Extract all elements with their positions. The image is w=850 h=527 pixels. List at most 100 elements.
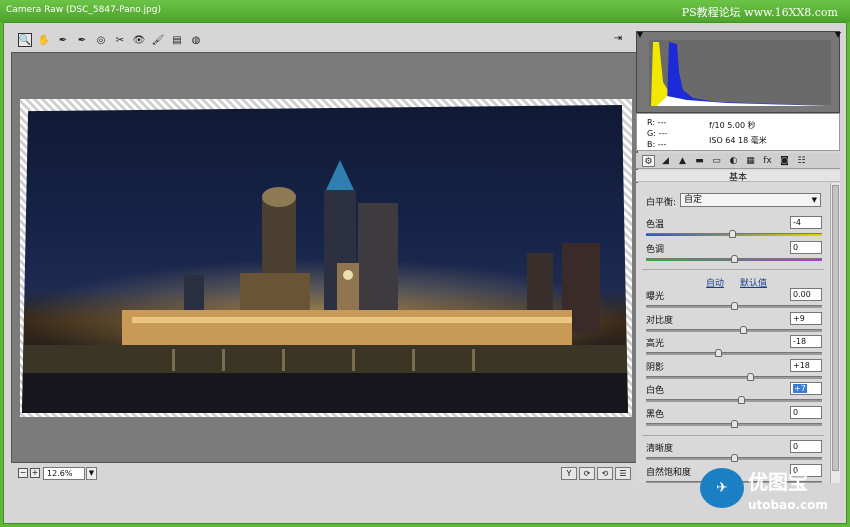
iso-focal-length: ISO 64 18 毫米 xyxy=(709,136,767,145)
slider-label: 色温 xyxy=(646,220,665,230)
slider-track[interactable] xyxy=(646,325,822,334)
basic-panel: 白平衡: 自定 ▼ 色温 -4 色调 0 自动 默认值曝光 0.00 对比度 +9 高光 -18 阴影… xyxy=(636,183,830,483)
city-night-image xyxy=(22,160,628,413)
slider-thumb[interactable] xyxy=(731,454,738,462)
slider-label: 对比度 xyxy=(646,315,674,326)
hand-tool-icon[interactable]: ✋ xyxy=(37,33,51,47)
rotate-right-button[interactable]: ⟳ xyxy=(579,467,595,480)
panel-tab-6[interactable]: ▦ xyxy=(744,155,757,167)
targeted-adjustment-tool-icon[interactable]: ◎ xyxy=(94,33,108,47)
divider xyxy=(642,435,824,436)
slider-label: 黑色 xyxy=(646,409,665,420)
white-balance-value: 自定 xyxy=(684,195,703,205)
panel-tab-0[interactable]: ⚙ xyxy=(642,155,655,167)
title-bar: Camera Raw (DSC_5847-Pano.jpg) PS教程论坛 ww… xyxy=(0,0,850,22)
zoom-level-field[interactable]: 12.6% xyxy=(43,467,85,480)
slider-track[interactable] xyxy=(646,302,822,310)
slider-thumb[interactable] xyxy=(731,302,738,310)
preview-settings-button[interactable]: ☰ xyxy=(615,467,631,480)
slider-thumb[interactable] xyxy=(731,419,738,428)
red-eye-tool-icon[interactable]: 👁 xyxy=(132,33,146,47)
color-sampler-tool-icon[interactable]: ✒ xyxy=(75,33,89,47)
slider-thumb[interactable] xyxy=(715,349,723,357)
logo-url: utobao.com xyxy=(748,498,828,512)
rotate-left-button[interactable]: ⟲ xyxy=(597,467,613,480)
scrollbar-thumb[interactable] xyxy=(832,185,839,471)
slider-label: 阴影 xyxy=(646,362,665,373)
site-logo: ✈ 优图宝 utobao.com xyxy=(700,462,846,524)
green-readout: G: --- xyxy=(647,129,668,138)
panel-tab-2[interactable]: ▲ xyxy=(676,155,689,167)
slider-thumb[interactable] xyxy=(746,372,754,381)
watermark-text: PS教程论坛 www.16XX8.com xyxy=(681,6,838,19)
panel-scrollbar[interactable] xyxy=(830,183,840,483)
zoom-in-button[interactable]: + xyxy=(30,468,40,478)
chevron-down-icon: ▼ xyxy=(811,196,817,204)
panel-tab-4[interactable]: ▭ xyxy=(710,155,723,167)
slider-value-field[interactable]: -4 xyxy=(790,216,822,229)
section-title: 基本 xyxy=(636,170,840,183)
bird-logo-icon: ✈ xyxy=(700,468,744,508)
red-readout: R: --- xyxy=(647,118,667,127)
slider-thumb[interactable] xyxy=(731,255,738,263)
slider-label: 曝光 xyxy=(646,292,665,302)
panel-tab-5[interactable]: ◐ xyxy=(727,155,740,167)
slider-value-field[interactable]: +9 xyxy=(790,311,822,325)
preview-canvas[interactable] xyxy=(11,52,638,463)
auto-link[interactable]: 自动 xyxy=(706,276,724,289)
panel-tab-1[interactable]: ◢ xyxy=(659,155,672,167)
window-title: Camera Raw (DSC_5847-Pano.jpg) xyxy=(6,5,161,15)
slider-value-field[interactable]: 0.00 xyxy=(790,288,822,301)
open-preferences-icon[interactable]: ⇥ xyxy=(611,33,625,47)
zoom-out-button[interactable]: − xyxy=(18,468,28,478)
info-readout: R: --- G: --- B: --- f/10 5.00 秒 ISO 64 … xyxy=(636,113,840,151)
slider-label: 清晰度 xyxy=(646,444,674,454)
slider-track[interactable] xyxy=(646,349,822,357)
slider-track[interactable] xyxy=(646,372,822,381)
camera-raw-dialog: 🔍 ✋ ✒ ✒ ◎ ✂ 👁 🖌 ▤ ◍ ⇥ − + 12.6% ▼ Y ⟳ ⟲ … xyxy=(3,22,847,524)
preview-toggle-button[interactable]: Y xyxy=(561,467,577,480)
slider-value-field[interactable]: 0 xyxy=(790,405,822,419)
slider-value-field[interactable]: 0 xyxy=(790,241,822,254)
zoom-tool-icon[interactable]: 🔍 xyxy=(18,33,32,47)
slider-label: 色调 xyxy=(646,245,665,255)
panel-tab-3[interactable]: ▬ xyxy=(693,155,706,167)
panel-tab-9[interactable]: ☷ xyxy=(795,155,808,167)
slider-value-field[interactable]: +7 xyxy=(790,382,822,395)
slider-value-field[interactable]: -18 xyxy=(790,335,822,348)
panel-tabs: ⚙ ◢ ▲ ▬ ▭ ◐ ▦ fx ◙ ☷ xyxy=(636,153,840,169)
status-bar: − + 12.6% ▼ Y ⟳ ⟲ ☰ xyxy=(11,464,638,482)
default-link[interactable]: 默认值 xyxy=(740,276,767,289)
slider-value-field[interactable]: +18 xyxy=(790,358,822,372)
slider-label: 白色 xyxy=(646,386,665,396)
slider-thumb[interactable] xyxy=(729,230,737,238)
white-balance-tool-icon[interactable]: ✒ xyxy=(56,33,70,47)
slider-label: 高光 xyxy=(646,339,665,349)
transparency-checkerboard xyxy=(20,99,632,417)
panel-tab-7[interactable]: fx xyxy=(761,155,774,167)
slider-thumb[interactable] xyxy=(739,325,747,334)
zoom-dropdown-button[interactable]: ▼ xyxy=(86,467,97,480)
adjustment-brush-tool-icon[interactable]: 🖌 xyxy=(151,33,165,47)
slider-track[interactable] xyxy=(646,396,822,404)
crop-tool-icon[interactable]: ✂ xyxy=(113,33,127,47)
toolbar: 🔍 ✋ ✒ ✒ ◎ ✂ 👁 🖌 ▤ ◍ xyxy=(14,31,634,51)
slider-track[interactable] xyxy=(646,454,822,462)
slider-track[interactable] xyxy=(646,255,822,263)
panel-tab-8[interactable]: ◙ xyxy=(778,155,791,167)
aperture-shutter: f/10 5.00 秒 xyxy=(709,121,756,130)
divider xyxy=(642,269,824,270)
radial-filter-tool-icon[interactable]: ◍ xyxy=(189,33,203,47)
slider-thumb[interactable] xyxy=(738,396,746,404)
histogram xyxy=(636,31,841,113)
white-balance-select[interactable]: 自定 ▼ xyxy=(680,193,821,207)
white-balance-label: 白平衡: xyxy=(646,198,677,208)
slider-value-field[interactable]: 0 xyxy=(790,440,822,453)
histogram-graph xyxy=(637,32,841,106)
slider-label: 自然饱和度 xyxy=(646,468,692,478)
slider-track[interactable] xyxy=(646,230,822,238)
graduated-filter-tool-icon[interactable]: ▤ xyxy=(170,33,184,47)
slider-track[interactable] xyxy=(646,419,822,428)
blue-readout: B: --- xyxy=(647,140,667,149)
preview-image xyxy=(22,105,628,413)
